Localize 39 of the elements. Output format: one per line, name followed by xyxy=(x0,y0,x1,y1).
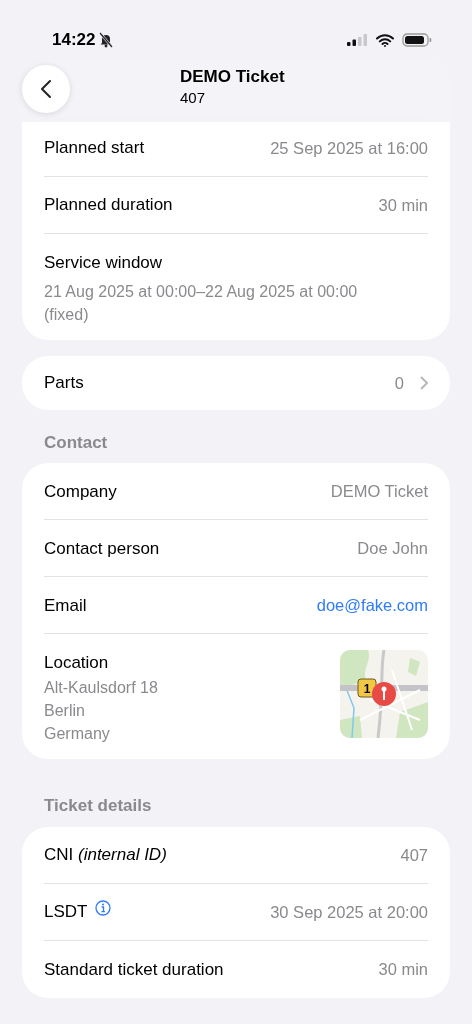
signal-icon xyxy=(346,34,368,46)
row-label: LSDT xyxy=(44,901,88,924)
row-value: 25 Sep 2025 at 16:00 xyxy=(270,137,428,159)
row-label: Company xyxy=(44,480,117,503)
row-value: 30 min xyxy=(378,959,428,981)
row-label: Planned start xyxy=(44,137,145,160)
battery-icon xyxy=(402,33,432,47)
row-label: Service window xyxy=(44,252,164,274)
info-icon[interactable] xyxy=(95,899,112,916)
row-label: Parts xyxy=(44,372,84,395)
parts-row[interactable]: Parts 0 xyxy=(44,355,428,410)
nav-subtitle: 407 xyxy=(180,88,207,108)
nav-title: DEMO Ticket xyxy=(180,66,285,88)
email-link[interactable]: doe@fake.com xyxy=(316,593,428,618)
chevron-icon xyxy=(420,375,428,390)
status-time: 14:22 xyxy=(52,29,96,52)
row-label: Standard ticket duration xyxy=(44,958,224,981)
row-label: Planned duration xyxy=(44,194,173,217)
row-value: DEMO Ticket xyxy=(330,481,428,502)
back-icon xyxy=(40,79,52,99)
address-line: Berlin xyxy=(44,701,86,722)
route-number: 1 xyxy=(363,682,371,697)
address-line: Germany xyxy=(44,724,111,745)
row-value: Doe John xyxy=(357,538,428,559)
row-label: Location xyxy=(44,652,110,675)
row-value: 0 xyxy=(394,372,404,394)
row-label: Email xyxy=(44,594,87,617)
row-value: 30 Sep 2025 at 20:00 xyxy=(270,901,428,923)
row-label: CNI (internal ID) xyxy=(44,844,167,867)
silent-bell-icon xyxy=(99,32,114,48)
row-label: Contact person xyxy=(44,537,160,560)
wifi-icon xyxy=(376,33,394,47)
row-value: 21 Aug 2025 at 00:00–22 Aug 2025 at 00:00 (fixed) xyxy=(44,281,359,325)
row-value: 407 xyxy=(400,844,428,866)
address-line: Alt-Kaulsdorf 18 xyxy=(44,677,158,698)
map-thumbnail[interactable]: 1 xyxy=(340,650,428,739)
section-header: Ticket details xyxy=(43,795,153,818)
row-value: 30 min xyxy=(378,194,428,216)
section-header: Contact xyxy=(43,431,109,454)
